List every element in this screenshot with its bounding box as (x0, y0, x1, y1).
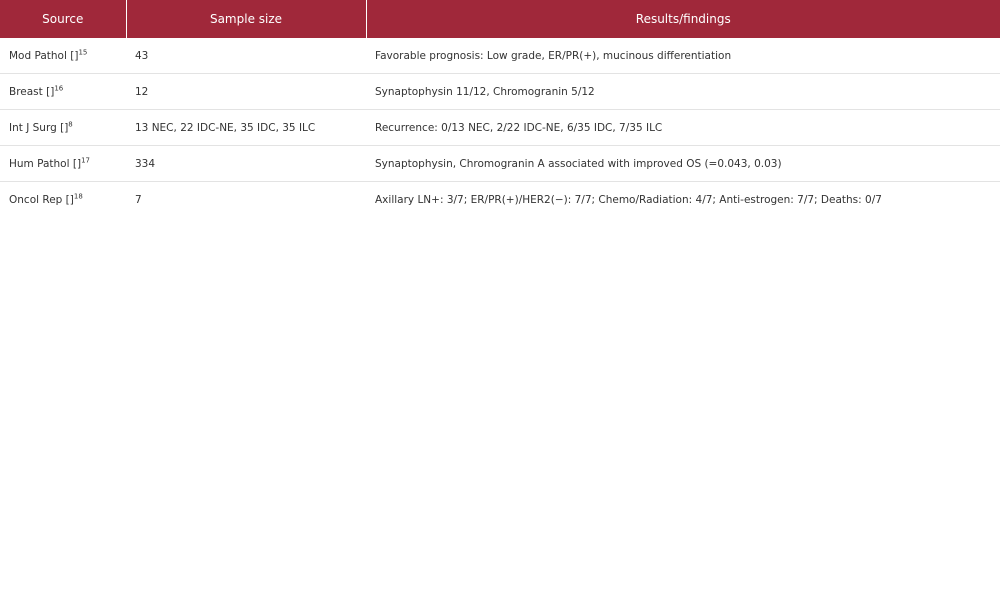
table-row: Int J Surg []8 13 NEC, 22 IDC-NE, 35 IDC… (0, 109, 1000, 146)
cell-result: Favorable prognosis: Low grade, ER/PR(+)… (366, 38, 1000, 74)
table-header: Source Sample size Results/findings (0, 0, 1000, 38)
reference-number[interactable]: 17 (81, 156, 90, 164)
source-name: Mod Pathol [] (9, 49, 79, 62)
cell-sample-size: 13 NEC, 22 IDC-NE, 35 IDC, 35 ILC (126, 109, 366, 146)
cell-sample-size: 43 (126, 38, 366, 74)
cell-sample-size: 12 (126, 73, 366, 110)
table-row: Mod Pathol []15 43 Favorable prognosis: … (0, 38, 1000, 74)
reference-number[interactable]: 15 (78, 48, 87, 56)
cell-sample-size: 334 (126, 145, 366, 182)
header-source: Source (0, 0, 127, 38)
table-row: Hum Pathol []17 334 Synaptophysin, Chrom… (0, 145, 1000, 182)
cell-result: Recurrence: 0/13 NEC, 2/22 IDC-NE, 6/35 … (366, 109, 1000, 146)
table-row: Oncol Rep []18 7 Axillary LN+: 3/7; ER/P… (0, 182, 1000, 218)
header-results-findings: Results/findings (366, 0, 1000, 38)
cell-source: Hum Pathol []17 (0, 145, 126, 182)
source-name: Int J Surg [] (9, 121, 69, 134)
reference-number[interactable]: 16 (54, 84, 63, 92)
reference-number[interactable]: 18 (74, 192, 83, 200)
cell-source: Breast []16 (0, 73, 126, 110)
cell-source: Mod Pathol []15 (0, 38, 126, 74)
cell-sample-size: 7 (135, 193, 142, 206)
reference-number[interactable]: 8 (68, 120, 72, 128)
cell-result: Synaptophysin 11/12, Chromogranin 5/12 (366, 73, 1000, 110)
source-name: Breast [] (9, 85, 55, 98)
cell-result: Axillary LN+: 3/7; ER/PR(+)/HER2(−): 7/7… (375, 193, 882, 206)
cell-result: Synaptophysin, Chromogranin A associated… (366, 145, 1000, 182)
results-table: Source Sample size Results/findings Mod … (0, 0, 1000, 217)
results-table-container: Source Sample size Results/findings Mod … (0, 0, 1000, 217)
source-name: Hum Pathol [] (9, 157, 82, 170)
header-sample-size: Sample size (126, 0, 367, 38)
cell-source: Oncol Rep []18 (0, 182, 126, 218)
table-row: Breast []16 12 Synaptophysin 11/12, Chro… (0, 73, 1000, 110)
header-row: Source Sample size Results/findings (0, 0, 1000, 38)
table-body: Mod Pathol []15 43 Favorable prognosis: … (0, 38, 1000, 217)
source-name: Oncol Rep [] (9, 193, 74, 206)
cell-source: Int J Surg []8 (0, 109, 126, 146)
